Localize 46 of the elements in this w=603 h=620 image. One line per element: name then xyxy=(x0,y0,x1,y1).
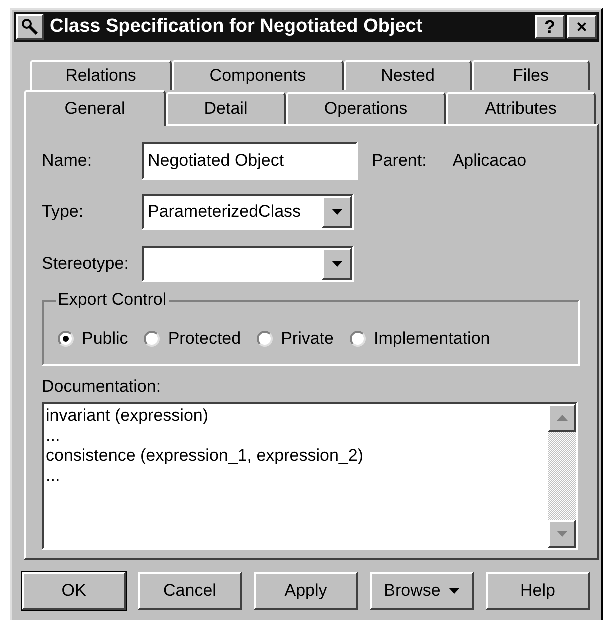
tab[interactable]: General xyxy=(24,90,166,126)
field-label: Stereotype: xyxy=(42,253,130,276)
dropdown-field[interactable]: ParameterizedClass xyxy=(142,194,354,230)
caret-icon xyxy=(332,209,342,215)
window-title: Class Specification for Negotiated Object xyxy=(50,14,423,39)
field-label: Parent: xyxy=(372,150,427,172)
dialog-button[interactable]: Browse xyxy=(370,572,474,610)
scroll-up-icon[interactable] xyxy=(548,404,576,432)
scroll-down-icon[interactable] xyxy=(548,520,576,548)
magnifier-icon xyxy=(16,14,44,40)
scrollbar[interactable] xyxy=(548,404,576,548)
group-label: Export Control xyxy=(56,290,169,310)
dropdown-field[interactable] xyxy=(142,246,354,282)
text-line: ... xyxy=(46,466,60,486)
radio-button[interactable] xyxy=(257,331,274,347)
field-label: Type: xyxy=(42,201,85,224)
tab[interactable]: Attributes xyxy=(446,92,596,124)
dialog-button[interactable]: Apply xyxy=(254,572,358,610)
documentation-field[interactable]: invariant (expression) ... consistence (expression_1, expression_2) ... xyxy=(42,402,578,550)
tab[interactable]: Components xyxy=(172,60,344,90)
parent-value: Aplicacao xyxy=(452,150,527,172)
dialog-button[interactable]: Help xyxy=(486,572,590,610)
dialog-button[interactable]: OK xyxy=(22,572,126,610)
text-line: ... xyxy=(46,426,60,446)
field-label: Documentation: xyxy=(42,377,162,396)
tab[interactable]: Files xyxy=(472,60,590,90)
radio-button[interactable] xyxy=(350,331,366,347)
close-button[interactable]: × xyxy=(567,15,597,39)
text-line: invariant (expression) xyxy=(46,406,209,426)
caret-icon xyxy=(448,588,460,594)
field-label: Name: xyxy=(42,150,94,172)
tab[interactable]: Nested xyxy=(344,60,472,90)
radio-label: Implementation xyxy=(374,328,490,350)
radio-label: Protected xyxy=(168,328,242,350)
radio-button[interactable] xyxy=(144,331,160,347)
caret-icon xyxy=(332,261,342,267)
text-line: consistence (expression_1, expression_2) xyxy=(46,446,364,466)
tab[interactable]: Relations xyxy=(30,60,172,90)
radio-label: Public xyxy=(82,328,128,350)
dialog-button[interactable]: Cancel xyxy=(138,572,242,610)
tab[interactable]: Operations xyxy=(286,92,446,124)
tab[interactable]: Detail xyxy=(166,92,286,124)
radio-label: Private xyxy=(281,328,334,350)
name-field[interactable]: Negotiated Object xyxy=(142,142,358,180)
radio-button[interactable] xyxy=(58,331,74,347)
help-button[interactable]: ? xyxy=(535,15,565,39)
